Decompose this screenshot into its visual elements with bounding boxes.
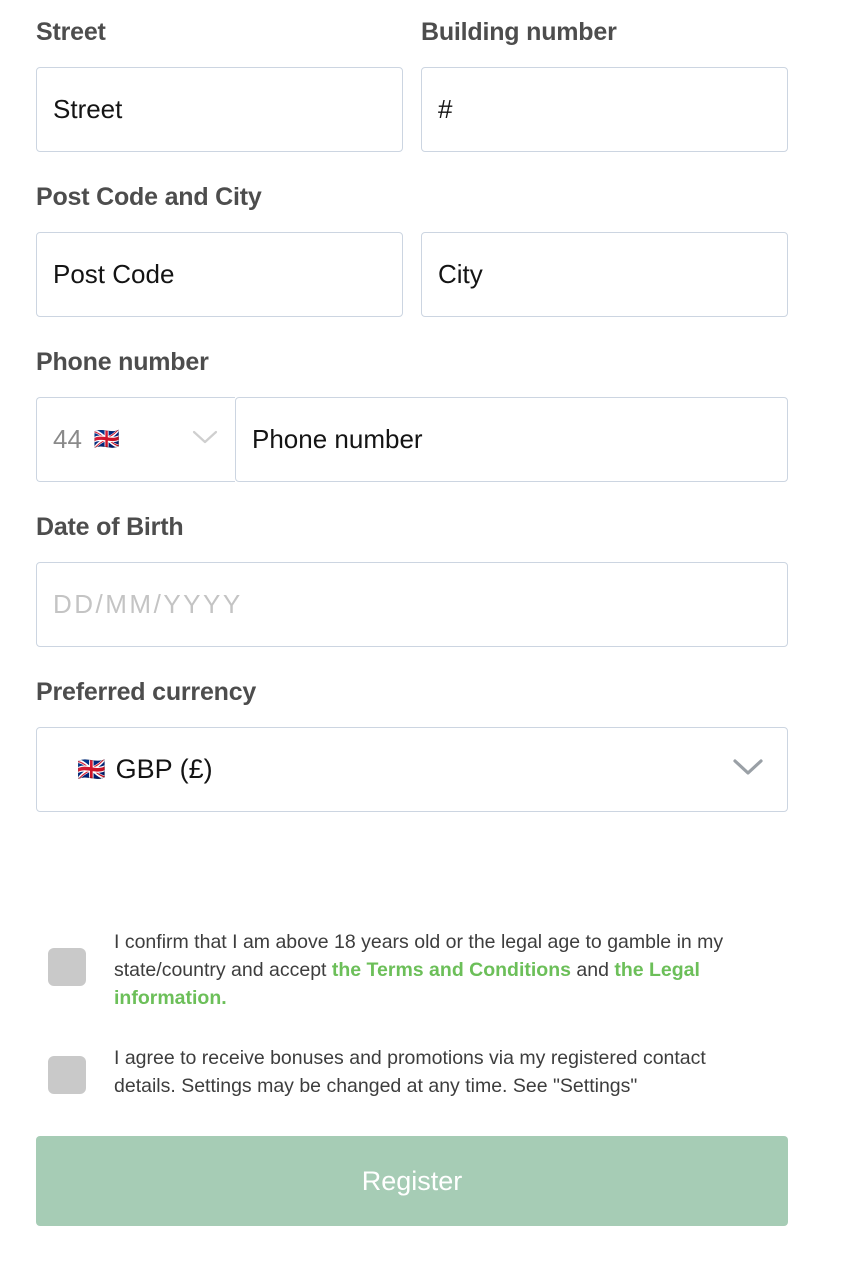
currency-select[interactable]: 🇬🇧 GBP (£) [36,727,788,812]
street-building-inputs: Street # [36,67,788,152]
street-building-section: Street Building number Street # [36,20,788,152]
phone-number-input[interactable]: Phone number [235,397,788,482]
uk-flag-icon: 🇬🇧 [77,756,106,782]
date-of-birth-input[interactable]: DD/MM/YYYY [36,562,788,647]
building-number-label: Building number [421,18,617,46]
marketing-checkbox[interactable] [48,1056,86,1094]
uk-flag-icon: 🇬🇧 [93,428,121,451]
terms-and-conditions-link[interactable]: the Terms and Conditions [332,959,571,981]
age-terms-consent-text: I confirm that I am above 18 years old o… [114,928,754,1012]
date-of-birth-section: Date of Birth DD/MM/YYYY [36,515,788,647]
marketing-consent-row: I agree to receive bonuses and promotion… [48,1044,788,1100]
marketing-consent-text: I agree to receive bonuses and promotion… [114,1047,706,1097]
postcode-city-inputs: Post Code City [36,232,788,317]
street-label: Street [36,18,106,46]
chevron-down-icon [731,756,765,783]
register-button[interactable]: Register [36,1136,788,1226]
country-code-selector[interactable]: 44 🇬🇧 [36,397,235,482]
phone-section: Phone number 44 🇬🇧 Phone number [36,350,788,482]
street-input[interactable]: Street [36,67,403,152]
street-building-labels: Street Building number [36,20,788,45]
preferred-currency-label: Preferred currency [36,678,257,706]
age-terms-text-part2: and [570,959,615,981]
age-terms-consent-row: I confirm that I am above 18 years old o… [48,928,788,1012]
country-code-value: 44 [53,424,82,454]
post-code-and-city-label: Post Code and City [36,183,262,211]
phone-input-group: 44 🇬🇧 Phone number [36,397,788,482]
date-of-birth-label: Date of Birth [36,513,184,541]
submit-section: Register [36,1136,788,1226]
city-input[interactable]: City [421,232,788,317]
building-number-input[interactable]: # [421,67,788,152]
phone-number-label: Phone number [36,348,209,376]
consent-section: I confirm that I am above 18 years old o… [48,928,788,1100]
currency-selected-value: GBP (£) [115,754,213,784]
postcode-city-section: Post Code and City Post Code City [36,185,788,317]
currency-section: Preferred currency 🇬🇧 GBP (£) [36,680,788,812]
post-code-input[interactable]: Post Code [36,232,403,317]
chevron-down-icon [191,428,219,451]
age-terms-checkbox[interactable] [48,948,86,986]
